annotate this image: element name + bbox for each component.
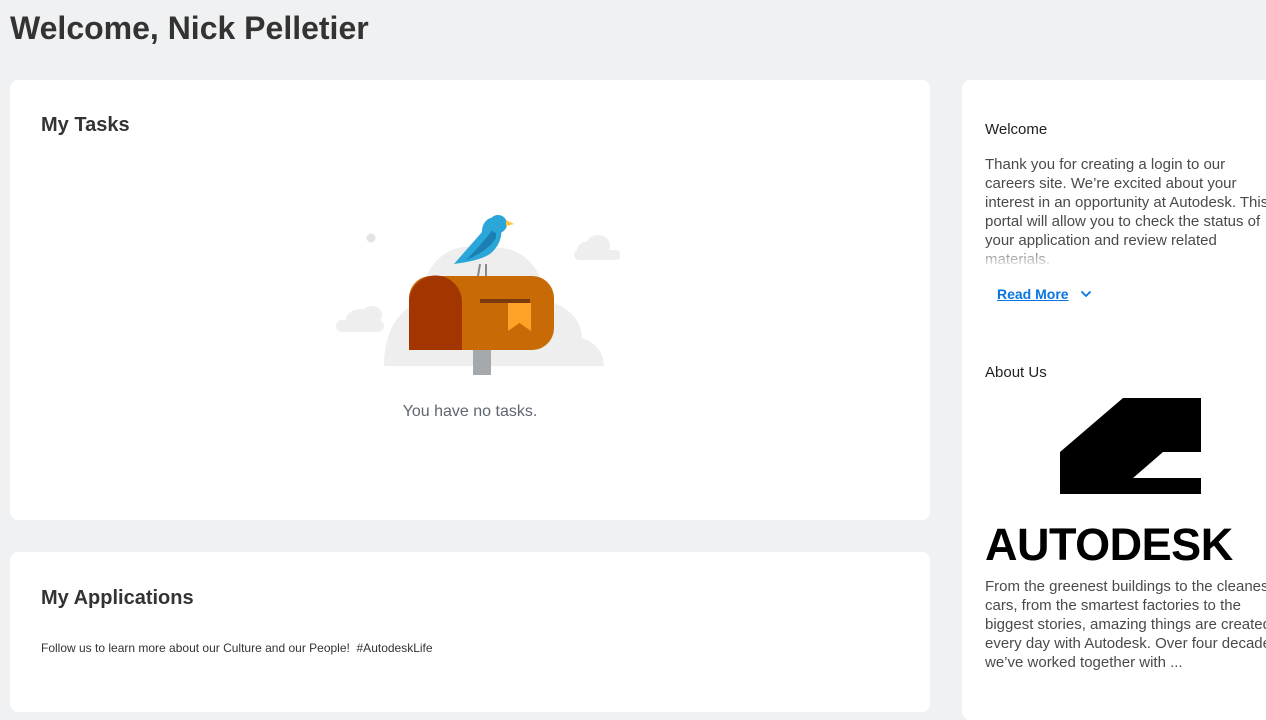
autodesk-logo: AUTODESK [985, 398, 1234, 568]
my-tasks-card: My Tasks You have no tasks. [10, 80, 930, 520]
page-title: Welcome, Nick Pelletier [10, 10, 369, 46]
mailbox-slot-icon [480, 299, 530, 303]
my-tasks-heading: My Tasks [41, 114, 130, 136]
autodesk-logo-text: AUTODESK [985, 519, 1234, 568]
mailbox-post-icon [473, 350, 491, 375]
welcome-text: Thank you for creating a login to our ca… [985, 156, 1266, 267]
welcome-heading: Welcome [985, 121, 1048, 138]
about-text-container: From the greenest buildings to the clean… [985, 577, 1266, 672]
autodesk-logo-mark-icon [1060, 398, 1201, 494]
read-more-label: Read More [997, 286, 1069, 302]
about-text: From the greenest buildings to the clean… [985, 578, 1266, 671]
my-applications-card: My Applications Follow us to learn more … [10, 552, 930, 712]
chevron-down-icon [1080, 291, 1091, 297]
mailbox-door-icon [409, 275, 462, 350]
sidebar-card: Welcome Thank you for creating a login t… [962, 80, 1266, 720]
empty-mailbox-illustration [336, 215, 620, 375]
no-tasks-message: You have no tasks. [402, 403, 538, 420]
about-us-heading: About Us [985, 364, 1047, 381]
small-cloud-left-icon [336, 306, 384, 332]
dot-icon [366, 233, 376, 243]
read-more-button[interactable]: Read More [997, 286, 1093, 302]
welcome-text-container: Thank you for creating a login to our ca… [985, 155, 1266, 267]
small-cloud-right-icon [574, 235, 620, 260]
my-applications-heading: My Applications [41, 587, 194, 609]
applications-follow-note: Follow us to learn more about our Cultur… [41, 641, 433, 655]
